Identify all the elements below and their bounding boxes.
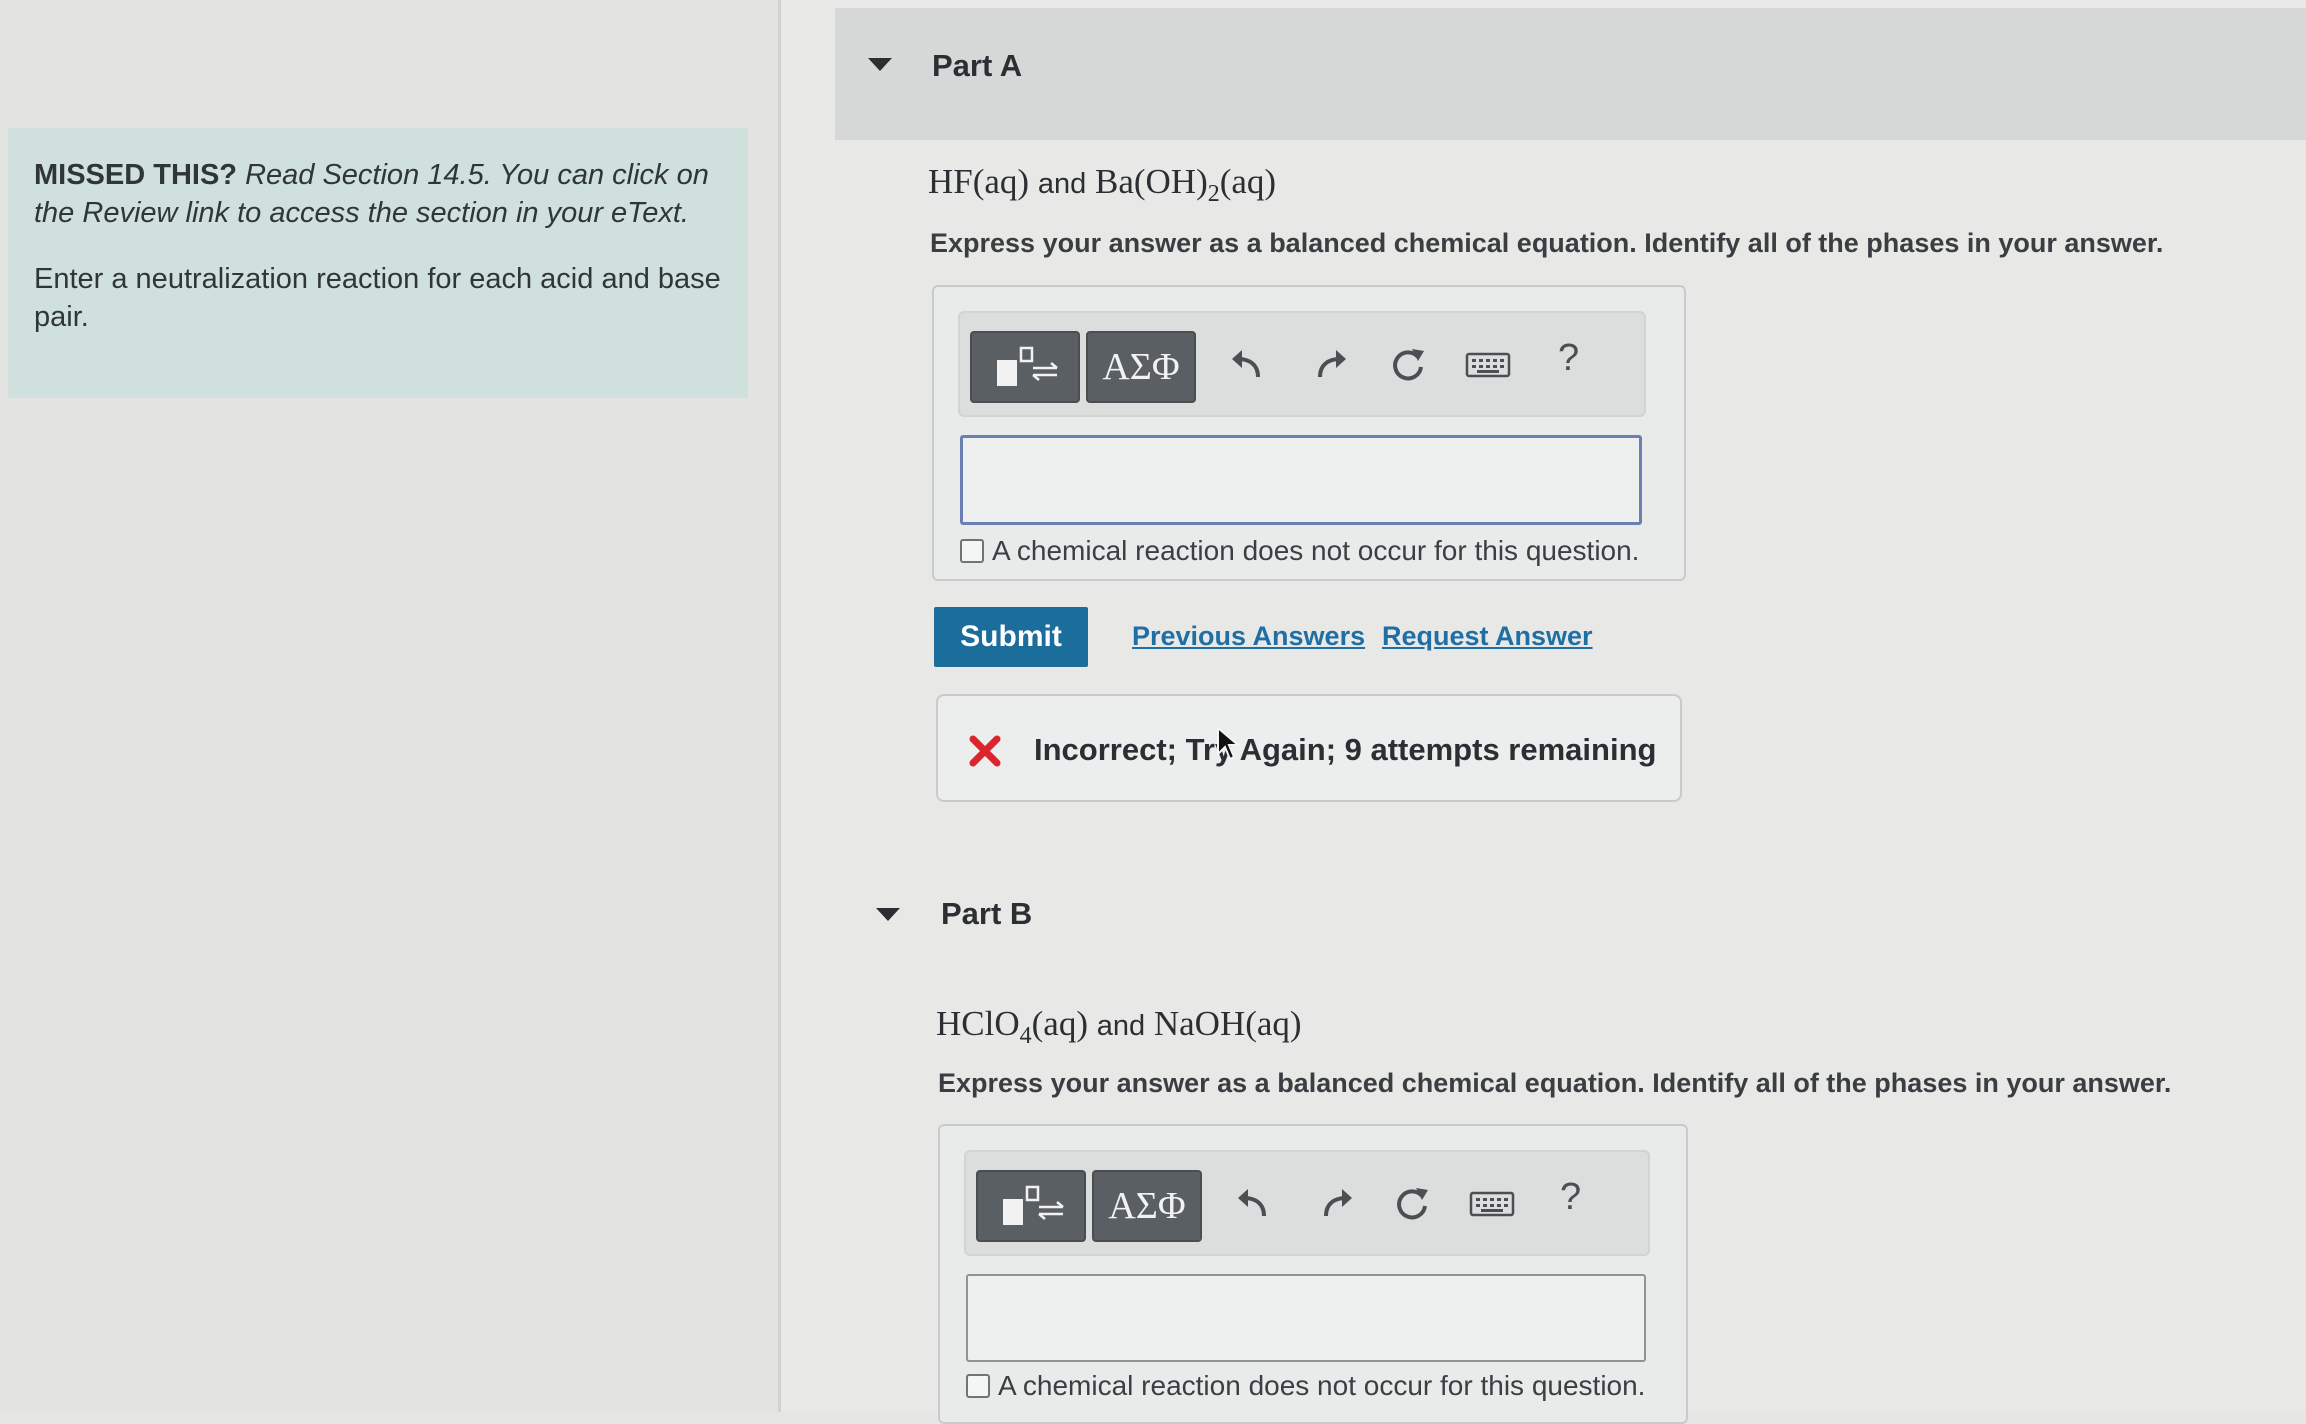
part-b-toolbar: ΑΣΦ ? bbox=[964, 1150, 1650, 1256]
feedback-text: Incorrect; Try Again; 9 attempts remaini… bbox=[1034, 732, 1657, 767]
templates-button[interactable] bbox=[976, 1170, 1086, 1242]
mouse-cursor-icon bbox=[1217, 726, 1240, 761]
undo-button[interactable] bbox=[1222, 339, 1274, 391]
x-icon bbox=[969, 735, 1001, 767]
part-b-label: Part B bbox=[941, 896, 1033, 931]
part-a-no-reaction-label: A chemical reaction does not occur for t… bbox=[992, 535, 1640, 566]
undo-button[interactable] bbox=[1228, 1178, 1280, 1230]
help-button[interactable]: ? bbox=[1560, 1176, 1581, 1219]
part-b-answer-panel: ΑΣΦ ? A chemical reaction does not occur… bbox=[938, 1124, 1688, 1424]
redo-icon bbox=[1318, 350, 1346, 378]
reset-button[interactable] bbox=[1382, 339, 1434, 391]
part-a-answer-panel: ΑΣΦ ? A chemical reaction does not occur… bbox=[932, 285, 1686, 581]
part-a-answer-input[interactable] bbox=[960, 435, 1642, 525]
redo-button[interactable] bbox=[1304, 339, 1356, 391]
undo-icon bbox=[1238, 1189, 1266, 1217]
part-a-and: and bbox=[1037, 168, 1087, 200]
keyboard-icon bbox=[1469, 1191, 1515, 1217]
part-b-reactants: HClO4(aq) and NaOH(aq) bbox=[936, 1004, 1302, 1050]
part-b-reactant-2: NaOH(aq) bbox=[1153, 1004, 1302, 1043]
templates-button[interactable] bbox=[970, 331, 1080, 403]
missed-this-text: MISSED THIS? Read Section 14.5. You can … bbox=[34, 156, 722, 232]
keyboard-button[interactable] bbox=[1466, 1178, 1518, 1230]
part-b-instruction: Express your answer as a balanced chemic… bbox=[938, 1068, 2172, 1098]
part-a-collapse-caret-icon[interactable] bbox=[868, 58, 892, 71]
part-a-no-reaction-checkbox[interactable] bbox=[960, 539, 984, 563]
part-a-reactant-2: Ba(OH)2(aq) bbox=[1094, 162, 1277, 207]
part-b-answer-input[interactable] bbox=[966, 1274, 1646, 1362]
part-a-reactants: HF(aq) and Ba(OH)2(aq) bbox=[928, 162, 1276, 208]
feedback-box: Incorrect; Try Again; 9 attempts remaini… bbox=[936, 694, 1682, 802]
part-a-toolbar: ΑΣΦ ? bbox=[958, 311, 1646, 417]
part-b-and: and bbox=[1096, 1010, 1146, 1042]
hint-instruction: Enter a neutralization reaction for each… bbox=[34, 263, 721, 333]
templates-icon bbox=[997, 346, 1058, 386]
greek-symbols-button[interactable]: ΑΣΦ bbox=[1092, 1170, 1202, 1242]
part-b-no-reaction-label: A chemical reaction does not occur for t… bbox=[998, 1370, 1646, 1401]
keyboard-icon bbox=[1465, 352, 1511, 378]
missed-this-label: MISSED THIS? bbox=[34, 159, 238, 191]
greek-symbols-label: ΑΣΦ bbox=[1102, 346, 1180, 388]
reset-icon bbox=[1393, 349, 1424, 381]
part-a-instruction: Express your answer as a balanced chemic… bbox=[930, 228, 2164, 258]
reset-icon bbox=[1397, 1188, 1428, 1220]
undo-icon bbox=[1232, 350, 1260, 378]
reset-button[interactable] bbox=[1386, 1178, 1438, 1230]
redo-button[interactable] bbox=[1310, 1178, 1362, 1230]
previous-answers-link[interactable]: Previous Answers bbox=[1132, 621, 1365, 652]
greek-symbols-label: ΑΣΦ bbox=[1108, 1185, 1186, 1227]
part-b-no-reaction-option[interactable]: A chemical reaction does not occur for t… bbox=[966, 1370, 1645, 1402]
part-b-no-reaction-checkbox[interactable] bbox=[966, 1374, 990, 1398]
part-a-no-reaction-option[interactable]: A chemical reaction does not occur for t… bbox=[960, 535, 1639, 567]
part-a-reactant-1: HF(aq) bbox=[928, 162, 1030, 201]
part-b-reactant-1: HClO4(aq) bbox=[936, 1004, 1088, 1049]
greek-symbols-button[interactable]: ΑΣΦ bbox=[1086, 331, 1196, 403]
request-answer-link[interactable]: Request Answer bbox=[1382, 621, 1593, 652]
help-button[interactable]: ? bbox=[1558, 337, 1579, 380]
templates-icon bbox=[1003, 1185, 1064, 1225]
hint-box: MISSED THIS? Read Section 14.5. You can … bbox=[8, 128, 748, 398]
submit-button[interactable]: Submit bbox=[934, 607, 1088, 667]
part-a-label: Part A bbox=[932, 48, 1023, 83]
redo-icon bbox=[1324, 1189, 1352, 1217]
part-a-header-band bbox=[835, 8, 2306, 140]
part-b-collapse-caret-icon[interactable] bbox=[876, 908, 900, 921]
keyboard-button[interactable] bbox=[1462, 339, 1514, 391]
